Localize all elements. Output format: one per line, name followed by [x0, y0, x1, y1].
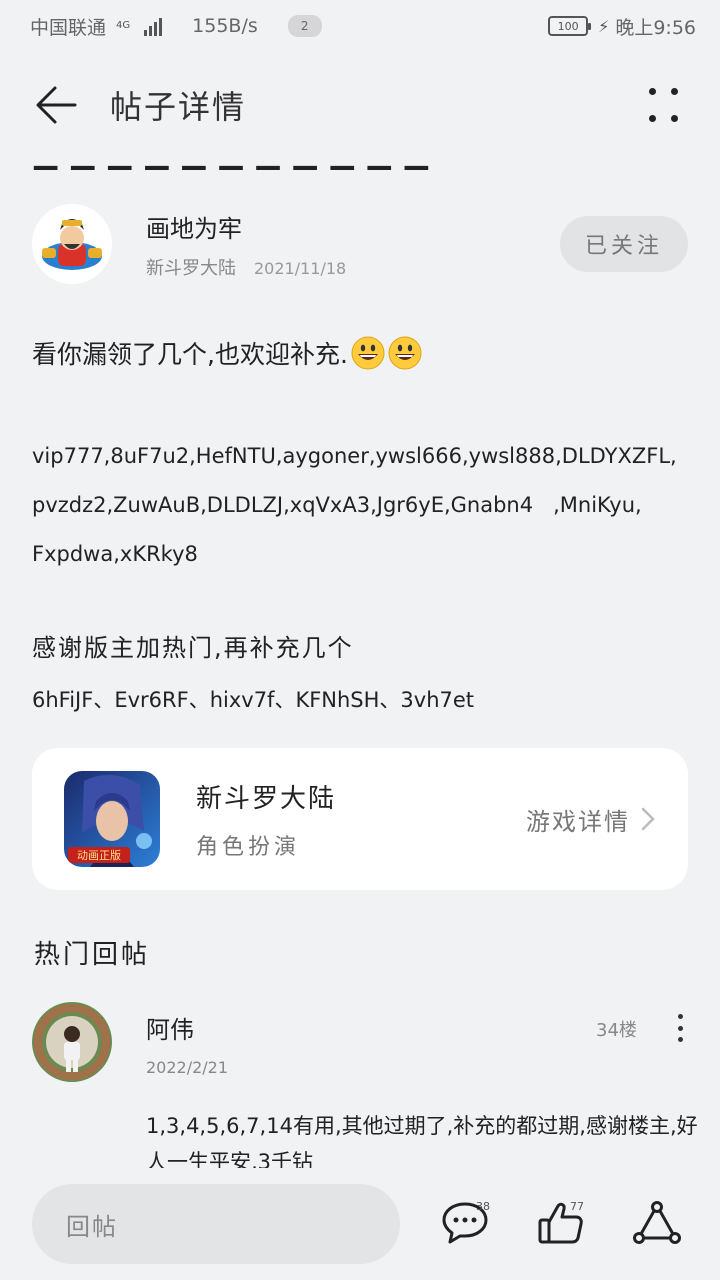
- bottom-bar: 回帖 38 77: [0, 1170, 720, 1280]
- reply-input[interactable]: 回帖: [32, 1184, 400, 1264]
- chevron-right-icon: [641, 807, 655, 831]
- dot-icon: [677, 1037, 683, 1042]
- comment-count: 38: [476, 1200, 490, 1213]
- dot-icon: [649, 88, 656, 95]
- redeem-codes: vip777,8uF7u2,HefNTU,aygoner,ywsl666,yws…: [32, 432, 692, 579]
- game-cover-image: 动画正版: [64, 771, 160, 867]
- reply-text: 1,3,4,5,6,7,14有用,其他过期了,补充的都过期,感谢楼主,好人一生平…: [146, 1114, 698, 1168]
- dot-icon: [677, 1014, 683, 1019]
- game-icon: 动画正版: [64, 771, 160, 867]
- top-bar: 帖子详情: [0, 62, 720, 148]
- code-line: pvzdz2,ZuwAuB,DLDLZJ,xqVxA3,Jgr6yE,Gnabn…: [32, 493, 642, 517]
- dot-icon: [671, 115, 678, 122]
- reply-author-name[interactable]: 阿伟: [146, 1010, 194, 1045]
- post-author: 画地为牢 新斗罗大陆 2021/11/18 已关注: [32, 203, 688, 285]
- game-name: 新斗罗大陆: [196, 783, 337, 814]
- grinning-face-emoji-icon: [351, 336, 385, 370]
- game-detail-link[interactable]: 游戏详情: [526, 802, 656, 837]
- code-line: Fxpdwa,xKRky8: [32, 542, 198, 566]
- dot-icon: [649, 115, 656, 122]
- reply-date: 2022/2/21: [146, 1058, 229, 1077]
- avatar-image: [32, 204, 112, 284]
- charging-icon: ⚡: [598, 16, 610, 36]
- notification-badge: 2: [287, 15, 322, 37]
- hot-replies-title: 热门回帖: [34, 940, 151, 970]
- network-type: 4G: [116, 20, 131, 31]
- game-genre: 角色扮演: [196, 834, 301, 860]
- share-icon: [633, 1201, 681, 1244]
- back-arrow-icon: [36, 86, 77, 124]
- clock: 晚上9:56: [615, 16, 696, 39]
- post-paragraph: 感谢版主加热门,再补充几个: [32, 634, 354, 662]
- grinning-face-emoji-icon: [388, 336, 422, 370]
- battery-icon: 100: [548, 16, 592, 36]
- follow-button[interactable]: 已关注: [560, 216, 688, 272]
- author-game-tag: 新斗罗大陆: [146, 257, 236, 279]
- game-badge-text: 动画正版: [77, 848, 121, 862]
- reply-avatar[interactable]: [32, 1002, 112, 1082]
- author-name[interactable]: 画地为牢: [146, 209, 346, 244]
- battery-level: 100: [557, 19, 579, 33]
- reply-more-button[interactable]: [672, 1014, 688, 1042]
- extra-codes: 6hFiJF、Evr6RF、hixv7f、KFNhSH、3vh7et: [32, 688, 475, 712]
- more-options-button[interactable]: [640, 81, 688, 129]
- game-card[interactable]: 动画正版 新斗罗大陆 角色扮演 游戏详情: [32, 748, 688, 890]
- post-date: 2021/11/18: [254, 258, 347, 278]
- author-avatar[interactable]: [32, 204, 112, 284]
- carrier-label: 中国联通: [30, 16, 107, 39]
- back-button[interactable]: [32, 81, 80, 129]
- reply-floor: 34楼: [596, 1020, 637, 1041]
- scrolled-title-remnant: ▁▁▁▁▁▁▁▁▁▁▁: [34, 148, 442, 170]
- code-line: vip777,8uF7u2,HefNTU,aygoner,ywsl666,yws…: [32, 444, 677, 468]
- signal-icon: [144, 16, 163, 36]
- reply-avatar-image: [32, 1002, 112, 1082]
- post-text: 看你漏领了几个,也欢迎补充.: [32, 340, 348, 369]
- post-paragraph: 看你漏领了几个,也欢迎补充.: [32, 330, 692, 376]
- dot-icon: [677, 1025, 683, 1031]
- page-title: 帖子详情: [110, 88, 247, 126]
- like-count: 77: [570, 1200, 584, 1213]
- status-bar: 中国联通 4G 155B/s 2 100 ⚡ 晚上9:56: [0, 0, 720, 52]
- dot-icon: [671, 88, 678, 95]
- network-speed: 155B/s: [192, 15, 258, 37]
- game-detail-label: 游戏详情: [526, 807, 630, 836]
- share-button[interactable]: [632, 1198, 682, 1248]
